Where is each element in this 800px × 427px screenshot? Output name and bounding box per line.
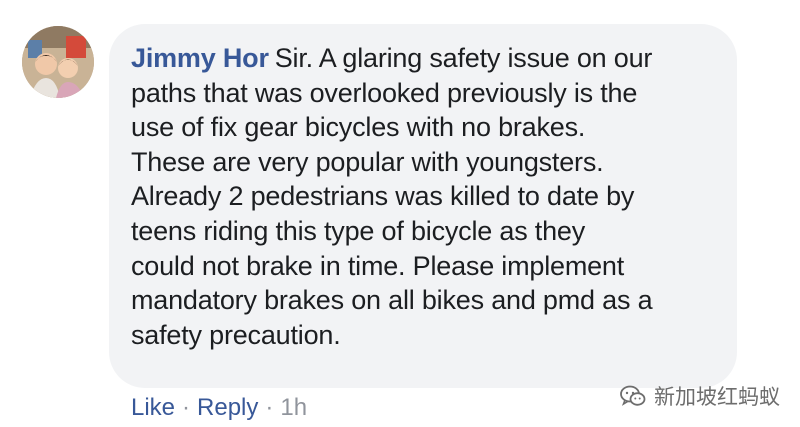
watermark: 新加坡红蚂蚁 [620,381,780,411]
comment-text-line: could not brake in time. Please implemen… [131,250,625,281]
separator-dot: · [182,394,191,421]
comment-text-line: paths that was overlooked previously is … [131,77,638,108]
reply-link[interactable]: Reply [197,394,258,421]
comment-text-line: Already 2 pedestrians was killed to date… [131,181,635,212]
comment-line-1: Jimmy Hor Sir. A glaring safety issue on … [131,41,717,76]
timestamp-link[interactable]: 1h [280,394,307,421]
comment-text-line: teens riding this type of bicycle as the… [131,215,586,246]
comment-body: Jimmy Hor Sir. A glaring safety issue on … [131,41,717,352]
comment-text-line: use of fix gear bicycles with no brakes. [131,112,586,143]
comment-bubble: Jimmy Hor Sir. A glaring safety issue on … [109,24,737,388]
like-link[interactable]: Like [131,394,175,421]
separator-dot: · [265,394,274,421]
comment-actions: Like · Reply · 1h [131,392,307,424]
author-name-link[interactable]: Jimmy Hor [131,43,269,73]
comment: Jimmy Hor Sir. A glaring safety issue on … [0,0,800,427]
wechat-icon [620,385,646,406]
watermark-text: 新加坡红蚂蚁 [654,385,780,409]
comment-text-line: mandatory brakes on all bikes and pmd as… [131,285,653,316]
comment-text-line: Sir. A glaring safety issue on our [274,43,653,73]
avatar[interactable] [22,26,94,98]
comment-text-line: safety precaution. [131,319,341,350]
comment-text-line: These are very popular with youngsters. [131,146,604,177]
user-photo-icon [22,26,94,98]
